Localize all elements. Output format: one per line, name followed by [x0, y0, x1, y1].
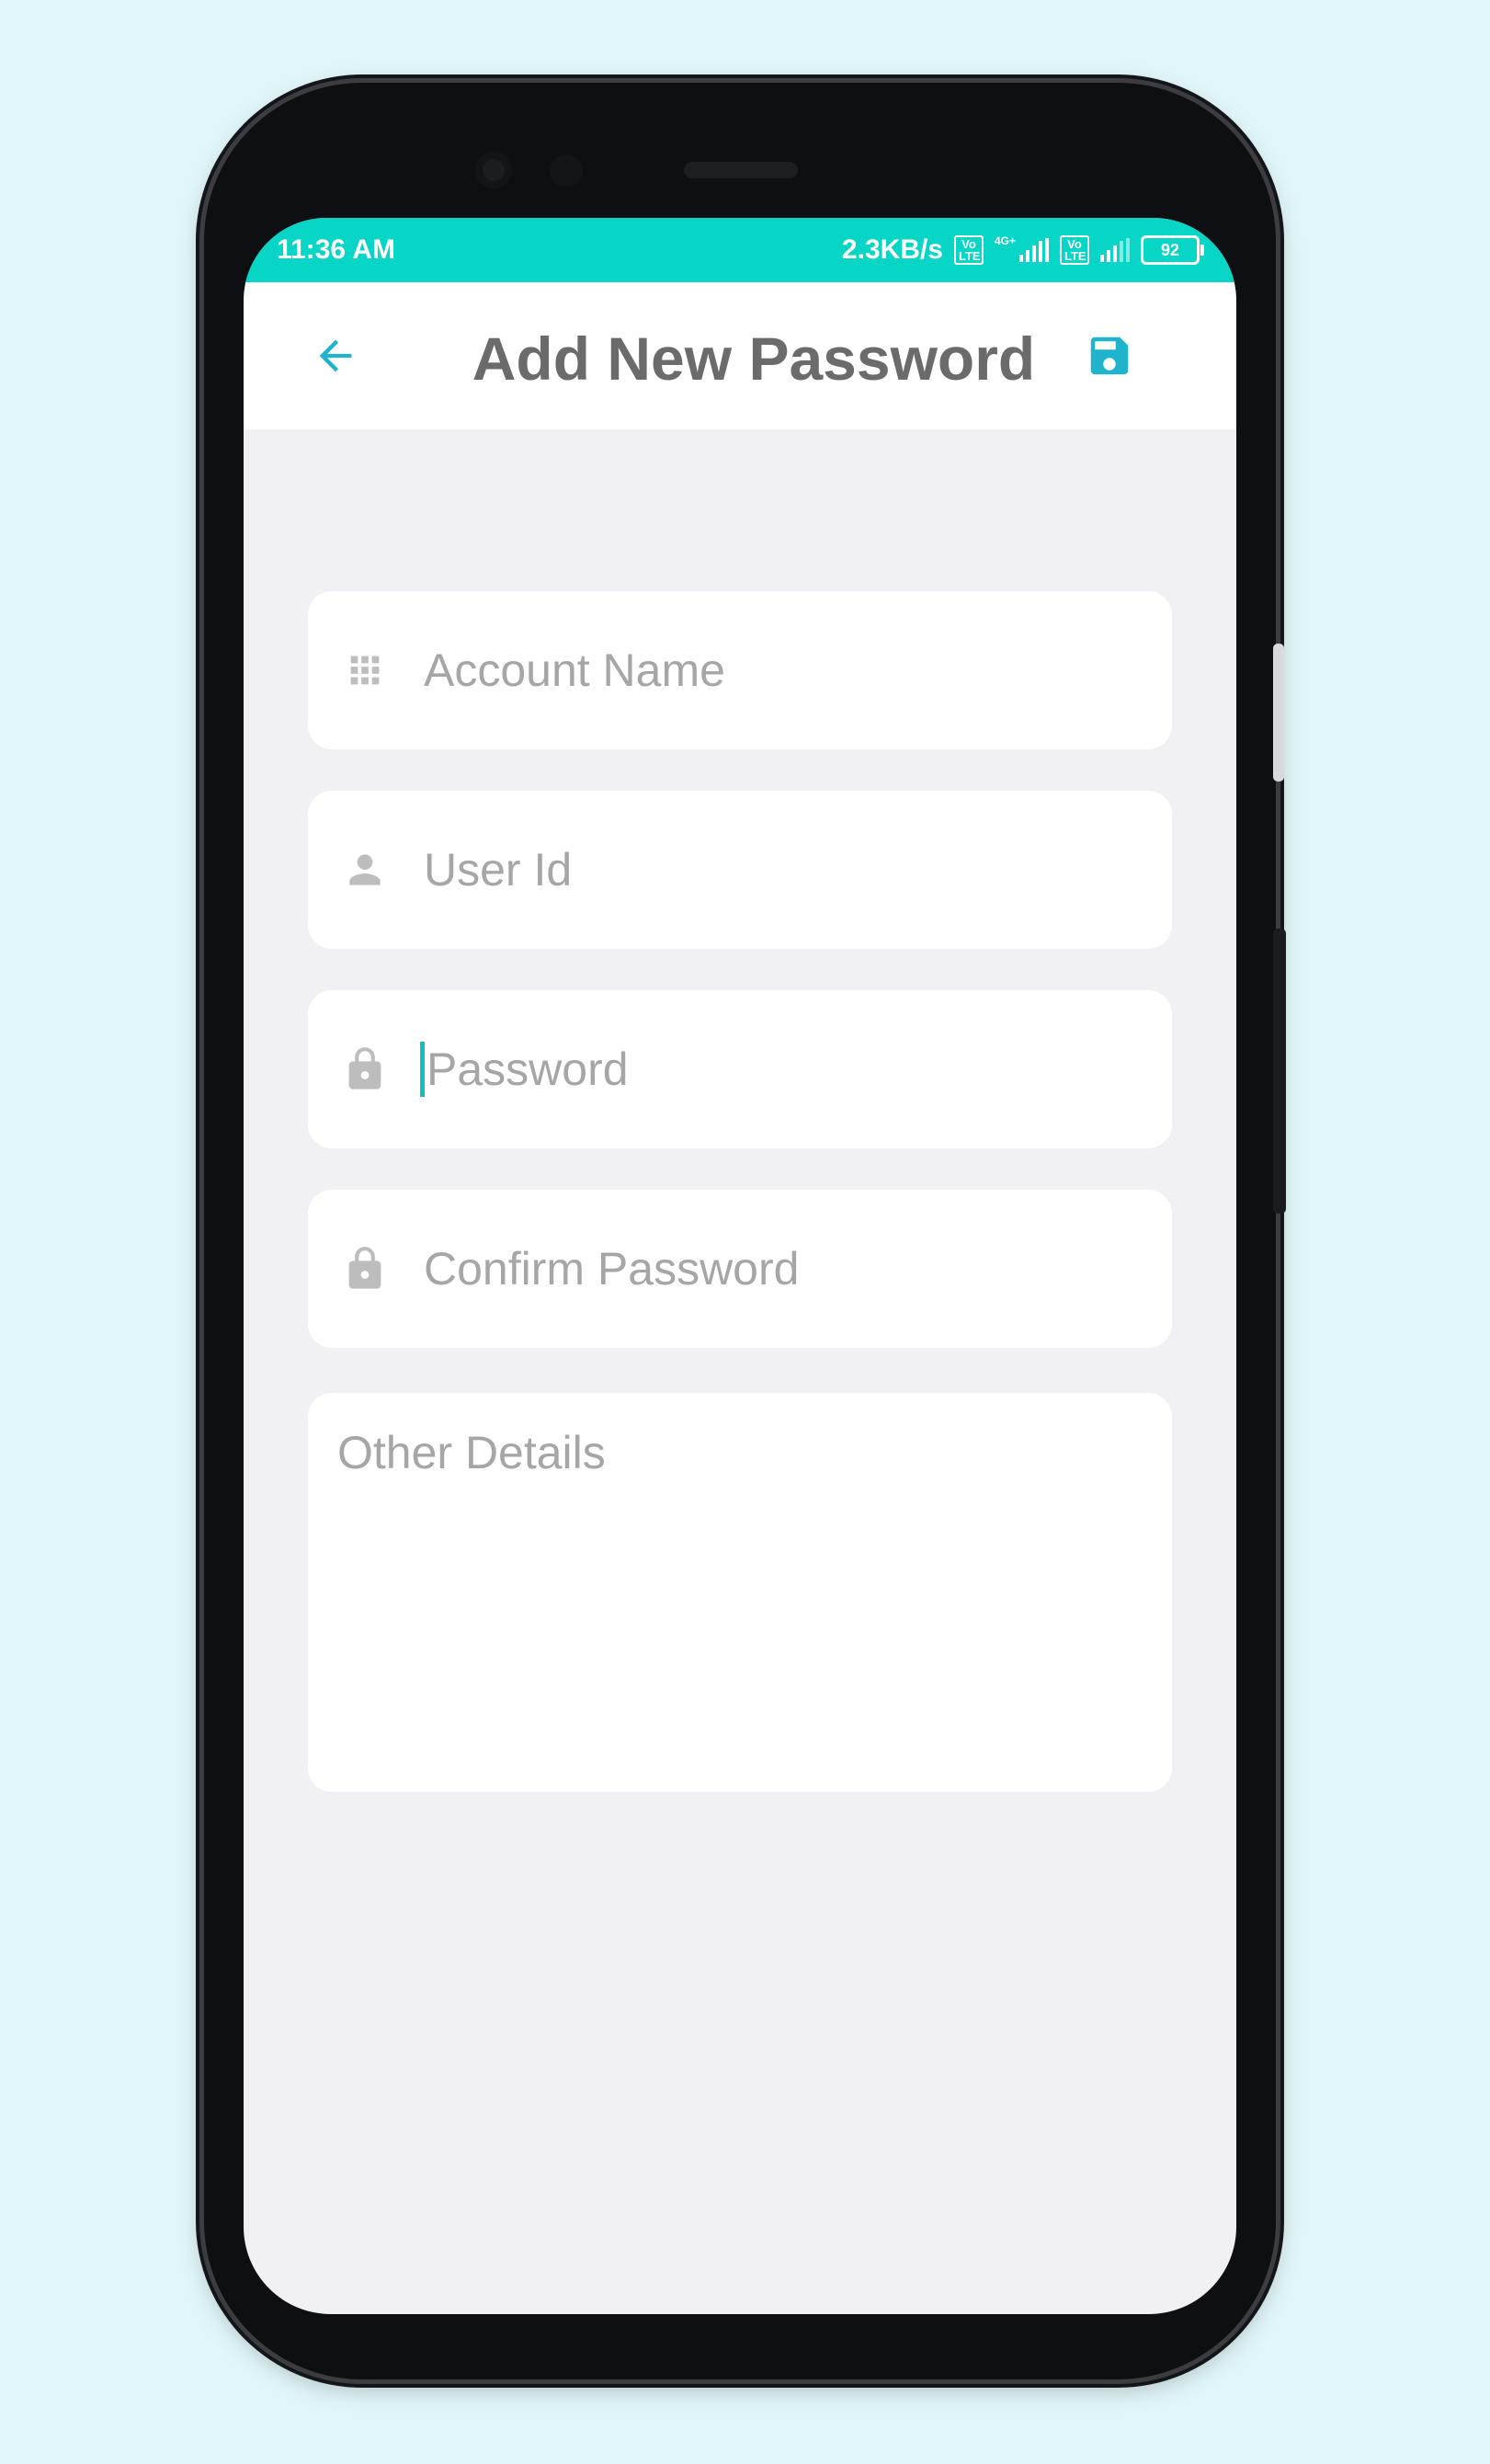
status-time: 11:36 AM [277, 234, 395, 265]
password-field[interactable] [308, 990, 1172, 1148]
confirm-password-input[interactable] [422, 1241, 1143, 1296]
user-id-input[interactable] [422, 842, 1143, 897]
earpiece-speaker [684, 162, 798, 178]
account-name-input[interactable] [422, 643, 1143, 698]
volume-button [1273, 644, 1284, 781]
save-button[interactable] [1082, 328, 1137, 383]
password-input[interactable] [420, 1042, 1145, 1097]
signal-icon-2 [1100, 238, 1130, 262]
lock-icon [341, 1245, 389, 1293]
battery-icon: 92 [1141, 235, 1204, 265]
app-bar: Add New Password [244, 282, 1236, 429]
floppy-disk-icon [1090, 337, 1129, 375]
front-sensor [550, 154, 583, 188]
account-name-field[interactable] [308, 591, 1172, 749]
network-speed: 2.3KB/s [841, 234, 943, 265]
volte-badge-2: Vo LTE [1060, 235, 1089, 265]
network-type: 4G+ [994, 234, 1016, 247]
front-camera [475, 152, 512, 188]
person-icon [341, 846, 389, 894]
screen: 11:36 AM 2.3KB/s Vo LTE 4G+ Vo LTE 92 Ad… [244, 218, 1236, 2314]
volte-badge: Vo LTE [953, 235, 984, 265]
other-details-input[interactable] [336, 1424, 1148, 1764]
confirm-password-field[interactable] [308, 1190, 1172, 1348]
other-details-field[interactable] [308, 1393, 1172, 1792]
grid-icon [341, 646, 389, 694]
user-id-field[interactable] [308, 791, 1172, 949]
battery-level: 92 [1160, 241, 1180, 259]
status-indicators: 2.3KB/s Vo LTE 4G+ Vo LTE 92 [841, 234, 1204, 266]
signal-icon [1019, 238, 1049, 262]
status-bar: 11:36 AM 2.3KB/s Vo LTE 4G+ Vo LTE 92 [244, 218, 1236, 282]
power-button [1273, 929, 1286, 1214]
lock-icon [341, 1045, 389, 1093]
